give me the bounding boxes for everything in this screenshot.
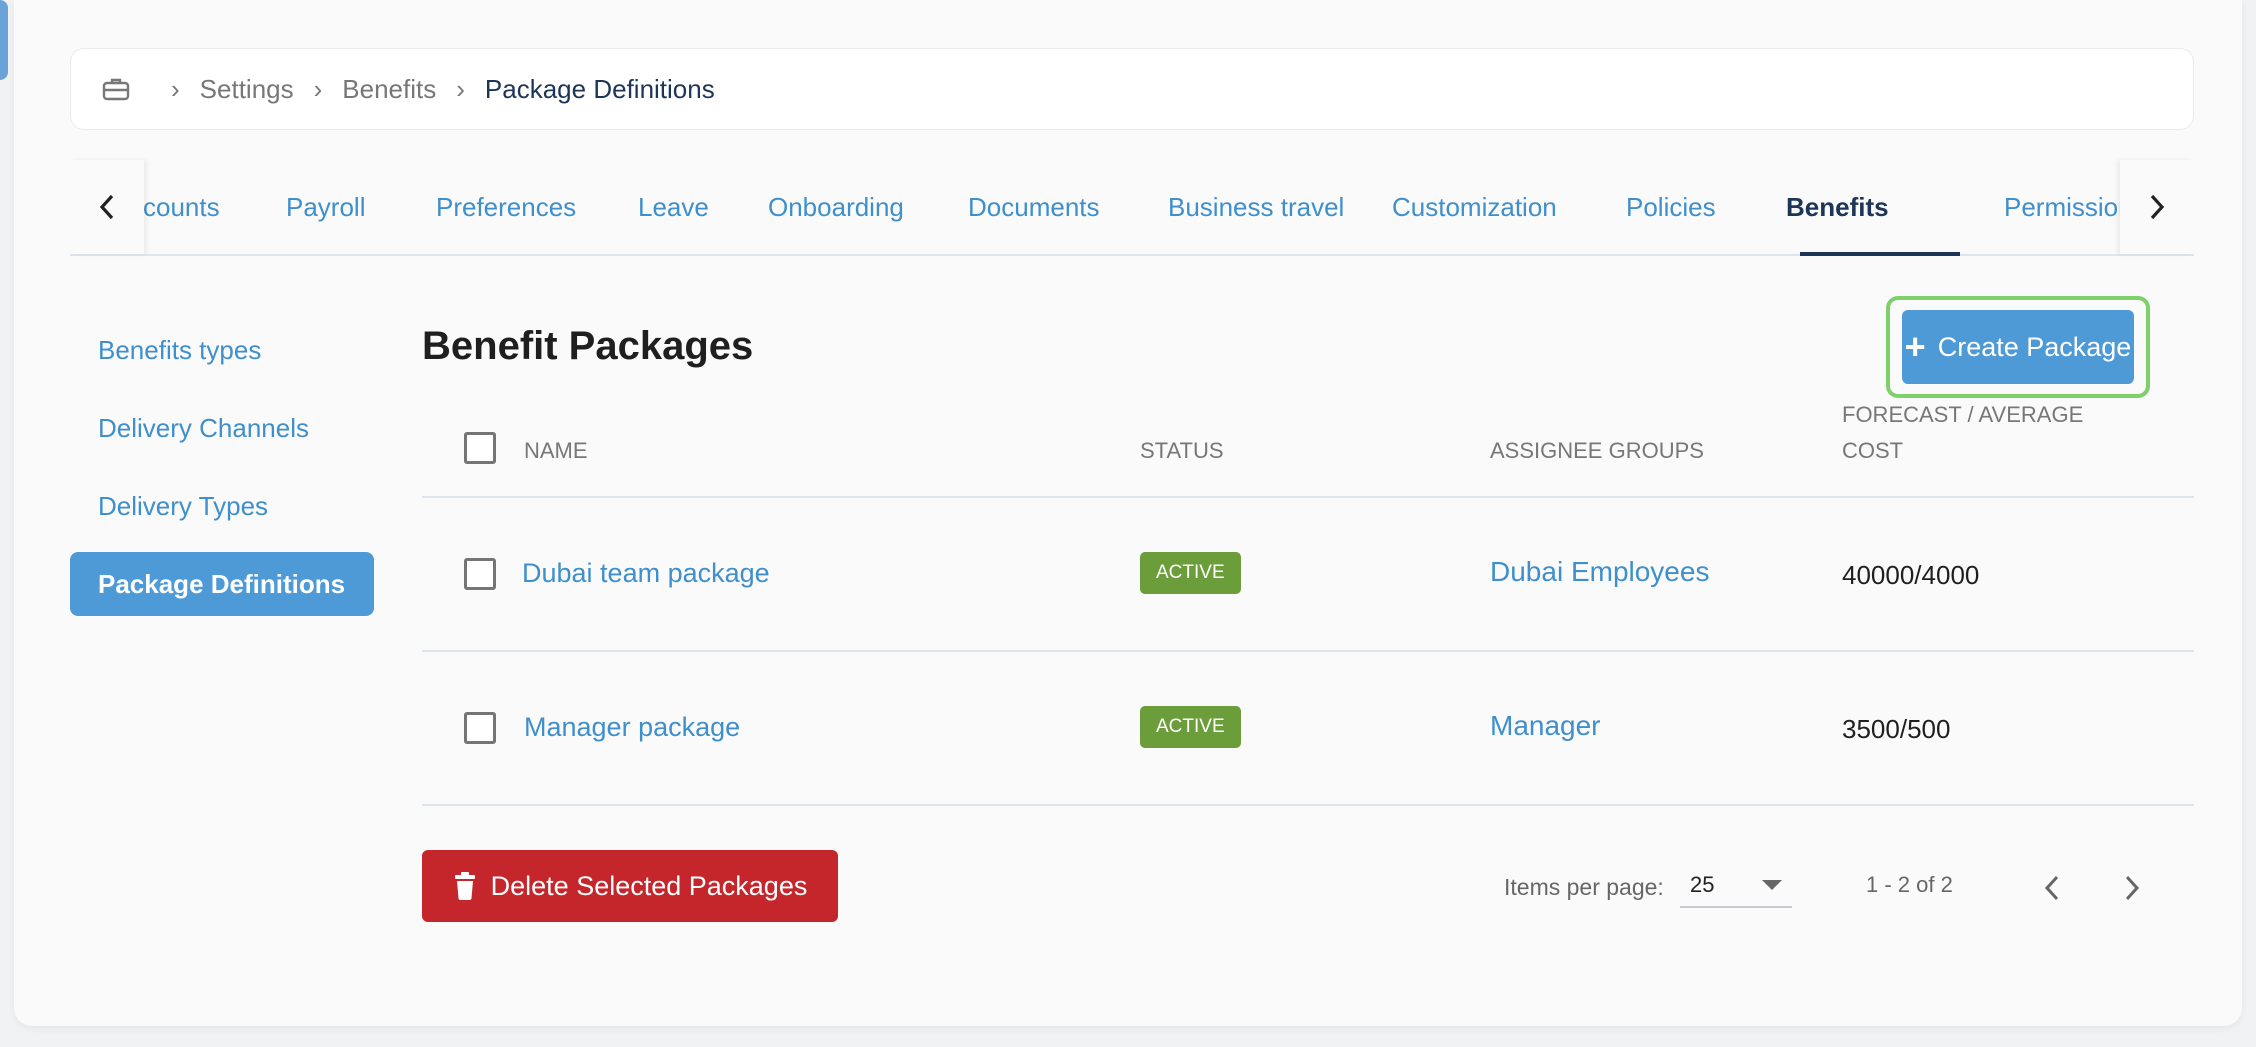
items-per-page-select[interactable]: 25 — [1680, 866, 1792, 908]
breadcrumb-benefits[interactable]: Benefits — [342, 74, 436, 105]
trash-icon — [453, 872, 477, 900]
breadcrumb: › Settings › Benefits › Package Definiti… — [70, 48, 2194, 130]
tab-preferences[interactable]: Preferences — [436, 160, 576, 254]
package-name-link[interactable]: Dubai team package — [522, 558, 770, 589]
header-cost-line1[interactable]: FORECAST / AVERAGE — [1842, 402, 2083, 428]
tab-customization[interactable]: Customization — [1392, 160, 1557, 254]
delete-selected-button[interactable]: Delete Selected Packages — [422, 850, 838, 922]
benefits-sidenav: Benefits types Delivery Channels Deliver… — [70, 318, 374, 630]
chevron-left-icon — [99, 194, 114, 220]
chevron-right-icon: › — [313, 73, 323, 104]
sidenav-benefits-types[interactable]: Benefits types — [70, 318, 374, 382]
briefcase-icon[interactable] — [101, 74, 131, 104]
status-badge: ACTIVE — [1140, 552, 1241, 594]
breadcrumb-settings[interactable]: Settings — [200, 74, 294, 105]
tabs-scroll-right-button[interactable] — [2120, 160, 2194, 254]
next-page-button[interactable] — [2108, 864, 2156, 912]
header-name[interactable]: NAME — [524, 438, 588, 464]
assignee-group-link[interactable]: Manager — [1490, 710, 1601, 742]
caret-down-icon — [1762, 880, 1782, 890]
tabs-scroll-left-button[interactable] — [70, 160, 144, 254]
row-checkbox[interactable] — [464, 712, 496, 744]
tab-payroll[interactable]: Payroll — [286, 160, 365, 254]
select-all-checkbox[interactable] — [464, 432, 496, 464]
package-name-link[interactable]: Manager package — [524, 712, 740, 743]
cost-value: 40000/4000 — [1842, 560, 1980, 590]
header-cost-line2[interactable]: COST — [1842, 438, 1903, 464]
settings-tabs: ccounts Payroll Preferences Leave Onboar… — [70, 160, 2194, 256]
chevron-right-icon: › — [456, 73, 465, 104]
plus-icon: + — [1904, 326, 1926, 367]
sidenav-package-definitions[interactable]: Package Definitions — [70, 552, 374, 616]
sidenav-delivery-types[interactable]: Delivery Types — [70, 474, 374, 538]
status-badge: ACTIVE — [1140, 706, 1241, 748]
table-row[interactable]: Manager package ACTIVE Manager 3500/500 — [422, 652, 2194, 806]
delete-selected-label: Delete Selected Packages — [490, 870, 808, 901]
tab-onboarding[interactable]: Onboarding — [768, 160, 904, 254]
tab-benefits[interactable]: Benefits — [1786, 160, 1889, 254]
previous-page-button[interactable] — [2028, 864, 2076, 912]
create-package-label: Create Package — [1937, 331, 2132, 362]
items-per-page-label: Items per page: — [1504, 874, 1664, 900]
tab-policies[interactable]: Policies — [1626, 160, 1716, 254]
edge-tab — [0, 0, 8, 80]
settings-card: › Settings › Benefits › Package Definiti… — [14, 0, 2242, 1026]
chevron-left-icon — [2044, 875, 2059, 901]
chevron-right-icon — [2150, 194, 2165, 220]
chevron-right-icon — [2125, 875, 2140, 901]
assignee-group-link[interactable]: Dubai Employees — [1490, 556, 1709, 588]
table-header: NAME STATUS ASSIGNEE GROUPS FORECAST / A… — [422, 400, 2194, 498]
pagination-range: 1 - 2 of 2 — [1866, 872, 1953, 897]
create-package-highlight: + Create Package — [1886, 296, 2150, 398]
items-per-page-value: 25 — [1690, 872, 1715, 897]
tab-business-travel[interactable]: Business travel — [1168, 160, 1344, 254]
table-row[interactable]: Dubai team package ACTIVE Dubai Employee… — [422, 498, 2194, 652]
tab-accounts[interactable]: ccounts — [144, 160, 220, 254]
cost-value: 3500/500 — [1842, 714, 1951, 744]
create-package-button[interactable]: + Create Package — [1902, 310, 2134, 384]
row-checkbox[interactable] — [464, 558, 496, 590]
sidenav-delivery-channels[interactable]: Delivery Channels — [70, 396, 374, 460]
active-tab-indicator — [1800, 252, 1960, 256]
tab-permissions[interactable]: Permissions — [2004, 160, 2120, 254]
tab-leave[interactable]: Leave — [638, 160, 709, 254]
tab-documents[interactable]: Documents — [968, 160, 1100, 254]
breadcrumb-current: Package Definitions — [484, 73, 715, 104]
header-status[interactable]: STATUS — [1140, 438, 1224, 464]
header-assignee-groups[interactable]: ASSIGNEE GROUPS — [1490, 438, 1704, 464]
chevron-right-icon: › — [171, 73, 180, 104]
packages-table: NAME STATUS ASSIGNEE GROUPS FORECAST / A… — [422, 400, 2194, 806]
page-title: Benefit Packages — [422, 324, 754, 368]
tab-strip: ccounts Payroll Preferences Leave Onboar… — [144, 160, 2120, 254]
